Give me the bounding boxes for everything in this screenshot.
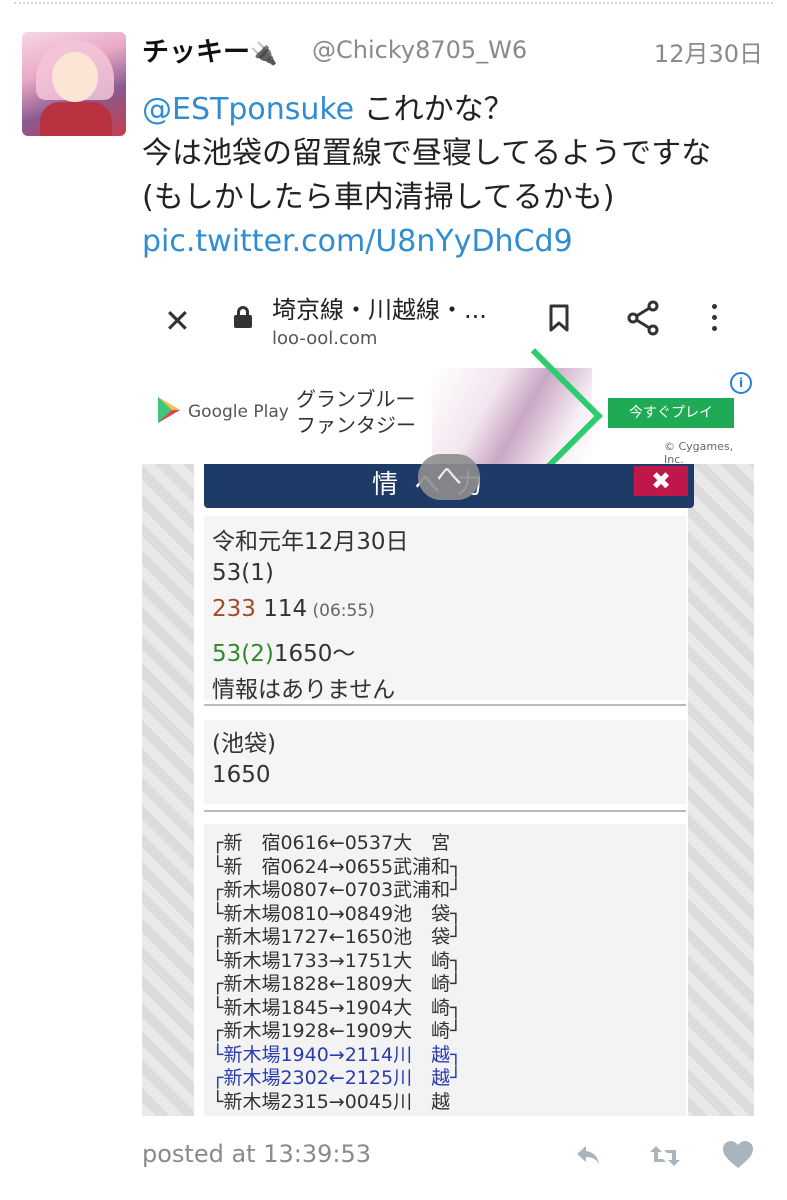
info-card: 令和元年12月30日 53(1) 233 114 (06:55) 53(2)16… xyxy=(204,516,686,703)
schedule-row: ┌新木場1727←1650池 袋┘ xyxy=(212,926,462,948)
schedule-row: └新 宿0624→0655武浦和┐ xyxy=(212,855,462,878)
mention-link[interactable]: @ESTponsuke xyxy=(142,92,354,127)
schedule-row: ┌新木場1928←1909大 崎┘ xyxy=(212,1020,462,1042)
bookmark-icon[interactable] xyxy=(548,304,570,332)
lock-body xyxy=(234,315,252,328)
play-now-button[interactable]: 今すぐプレイ xyxy=(608,398,734,428)
schedule-row: └新木場2315→0045川 越 xyxy=(212,1090,451,1113)
info-item-2-id: 114 xyxy=(255,596,308,622)
info-date: 令和元年12月30日 xyxy=(212,529,409,555)
info-item-2-num: 233 xyxy=(212,596,256,622)
display-name-text: チッキー xyxy=(142,37,250,68)
ad-title-line-1: グランブルー xyxy=(296,387,416,411)
schedule-row: └新木場1940→2114川 越┐ xyxy=(212,1043,462,1066)
info-item-1: 53(1) xyxy=(212,560,274,586)
info-item-3-rest: 1650〜 xyxy=(273,641,356,667)
retweet-icon[interactable] xyxy=(648,1144,682,1168)
divider xyxy=(204,704,686,706)
reply-icon[interactable] xyxy=(574,1142,602,1168)
ad-banner[interactable]: Google Play グランブルー ファンタジー 今すぐプレイ i © Cyg… xyxy=(142,348,754,484)
browser-url[interactable]: loo-ool.com xyxy=(272,328,377,349)
info-item-2: 233 114 (06:55) xyxy=(212,596,375,622)
schedule-row: └新木場1845→1904大 崎┐ xyxy=(212,996,462,1019)
attached-screenshot[interactable]: ✕ 埼京線・川越線・... loo-ool.com Google Play グラ… xyxy=(142,276,754,1116)
heart-icon[interactable] xyxy=(722,1140,754,1170)
schedule-row: ┌新木場0807←0703武浦和┘ xyxy=(212,879,462,901)
station-card: (池袋) 1650 xyxy=(204,720,686,804)
tweet-text: @ESTponsuke これかな？ 今は池袋の留置線で昼寝してるようですな (も… xyxy=(142,88,772,264)
station-name: (池袋) xyxy=(212,731,276,757)
tweet-line-1: @ESTponsuke これかな？ xyxy=(142,88,772,132)
media-link[interactable]: pic.twitter.com/U8nYyDhCd9 xyxy=(142,220,772,264)
display-name[interactable]: チッキー🔌 xyxy=(142,30,277,69)
google-play-label: Google Play xyxy=(188,402,289,422)
menu-dot xyxy=(711,315,717,320)
modal-close-button[interactable]: ✖ xyxy=(634,466,688,496)
info-item-2-time: (06:55) xyxy=(307,601,375,621)
schedule-list: ┌新 宿0616←0537大 宮 └新 宿0624→0655武浦和┐ ┌新木場080… xyxy=(204,824,686,1116)
page-background: 情 へ 力 ✖ へ 令和元年12月30日 53(1) 233 114 (06:5… xyxy=(142,454,754,1116)
ad-copyright: © Cygames, Inc. xyxy=(664,440,734,466)
info-item-3-num: 53(2) xyxy=(212,641,274,667)
top-divider xyxy=(14,2,773,4)
posted-at: posted at 13:39:53 xyxy=(142,1140,371,1168)
tweet-line-2: 今は池袋の留置線で昼寝してるようですな xyxy=(142,136,712,171)
user-handle[interactable]: @Chicky8705_W6 xyxy=(312,36,527,64)
tweet-line-1-text: これかな？ xyxy=(354,92,514,127)
schedule-row: └新木場0810→0849池 袋┐ xyxy=(212,902,462,925)
share-icon[interactable] xyxy=(626,300,660,336)
avatar-dress xyxy=(40,102,112,136)
ad-info-icon[interactable]: i xyxy=(730,372,752,394)
plug-emoji: 🔌 xyxy=(250,42,278,67)
avatar[interactable] xyxy=(22,32,126,136)
schedule-row: ┌新木場2302←2125川 越┘ xyxy=(212,1067,462,1089)
ad-title-line-2: ファンタジー xyxy=(296,413,416,437)
google-play-icon xyxy=(158,397,180,423)
menu-dot xyxy=(711,326,717,331)
scroll-up-button[interactable]: へ xyxy=(418,454,480,500)
browser-page-title[interactable]: 埼京線・川越線・... xyxy=(272,290,487,325)
tweet-date[interactable]: 12月30日 xyxy=(654,34,763,69)
menu-dot xyxy=(711,304,717,309)
more-vert-icon[interactable] xyxy=(710,304,718,334)
close-icon[interactable]: ✕ xyxy=(164,302,191,340)
tweet-line-3: (もしかしたら車内清掃してるかも) xyxy=(142,180,615,215)
station-id: 1650 xyxy=(212,762,271,788)
schedule-row: ┌新木場1828←1809大 崎┘ xyxy=(212,973,462,995)
schedule-row: └新木場1733→1751大 崎┐ xyxy=(212,949,462,972)
schedule-row: ┌新 宿0616←0537大 宮 xyxy=(212,832,451,854)
info-item-3: 53(2)1650〜 xyxy=(212,634,355,668)
ad-game-title: グランブルー ファンタジー xyxy=(296,386,416,438)
lock-icon[interactable] xyxy=(234,306,252,328)
no-info-text: 情報はありません xyxy=(212,677,396,703)
avatar-face xyxy=(52,52,98,102)
divider xyxy=(204,810,686,812)
